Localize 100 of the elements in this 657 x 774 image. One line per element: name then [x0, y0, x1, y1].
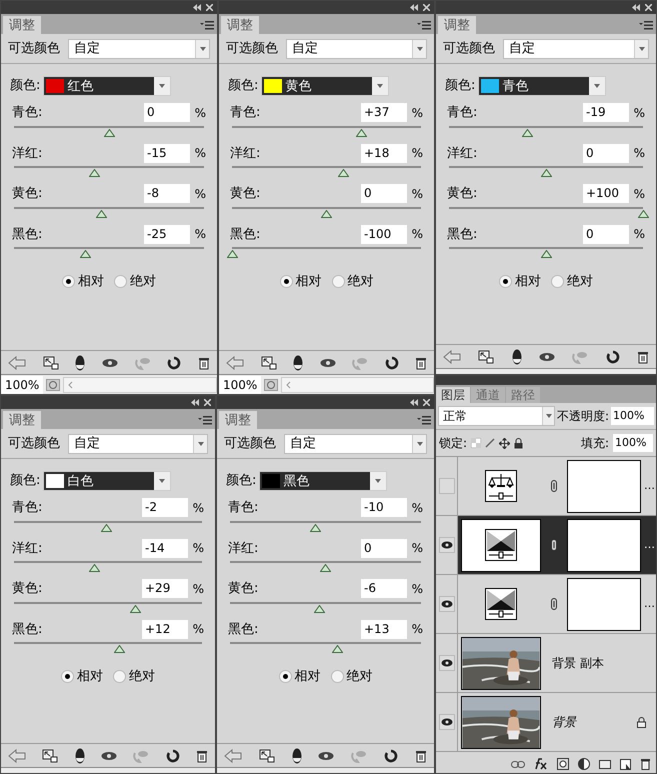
close-icon[interactable]: [206, 4, 213, 11]
preset-dropdown[interactable]: 自定: [68, 434, 208, 454]
eye-icon[interactable]: [100, 750, 117, 760]
adjustment-layer-icon[interactable]: [578, 758, 590, 770]
panel-tab[interactable]: 图层: [436, 387, 470, 403]
panel-menu-icon[interactable]: [198, 416, 212, 425]
trash-icon[interactable]: [414, 748, 427, 762]
slider-thumb[interactable]: [540, 169, 552, 177]
value-field[interactable]: +18: [361, 144, 407, 163]
lock-icon[interactable]: [514, 438, 524, 448]
value-field[interactable]: +37: [361, 103, 407, 122]
value-field[interactable]: 0: [583, 224, 629, 244]
slider-thumb[interactable]: [89, 564, 100, 572]
radio-button[interactable]: 绝对: [330, 667, 372, 686]
slider-thumb[interactable]: [540, 250, 552, 258]
visibility-toggle[interactable]: [438, 714, 454, 730]
panel-menu-icon[interactable]: [200, 21, 214, 30]
trash-icon[interactable]: [636, 350, 649, 364]
reset-icon[interactable]: [384, 748, 398, 762]
color-dropdown[interactable]: 红色: [43, 76, 172, 96]
color-dropdown[interactable]: 黑色: [259, 471, 388, 491]
value-field[interactable]: 0: [144, 103, 190, 122]
back-arrow-icon[interactable]: [8, 356, 26, 370]
slider-thumb[interactable]: [356, 128, 367, 136]
collapse-icon[interactable]: [193, 4, 201, 11]
slider-thumb[interactable]: [96, 210, 107, 218]
slider-thumb[interactable]: [114, 645, 125, 653]
panel-menu-icon[interactable]: [639, 21, 653, 30]
value-field[interactable]: +29: [142, 579, 188, 598]
radio-button[interactable]: 相对: [278, 667, 320, 686]
panel-tab[interactable]: 调整: [3, 16, 41, 34]
value-field[interactable]: 0: [361, 184, 407, 204]
back-arrow-icon[interactable]: [224, 748, 242, 762]
panel-menu-icon[interactable]: [417, 416, 431, 425]
chain-icon[interactable]: [551, 480, 557, 492]
radio-button[interactable]: 相对: [280, 272, 322, 292]
radio-button[interactable]: 相对: [61, 667, 103, 686]
eye-icon[interactable]: [320, 358, 336, 368]
close-icon[interactable]: [204, 399, 211, 406]
radio-button[interactable]: 相对: [499, 272, 541, 292]
panel-tab[interactable]: 调整: [438, 16, 476, 34]
collapse-icon[interactable]: [410, 4, 418, 11]
reset-icon[interactable]: [606, 350, 620, 364]
radio-button[interactable]: 绝对: [113, 667, 155, 686]
slider-thumb[interactable]: [638, 210, 648, 218]
expand-view-icon[interactable]: [260, 356, 276, 370]
color-dropdown[interactable]: 青色: [478, 76, 606, 96]
expand-view-icon[interactable]: [42, 748, 58, 762]
status-menu-icon[interactable]: [264, 378, 278, 390]
value-field[interactable]: -10: [361, 498, 407, 518]
preset-dropdown[interactable]: 自定: [503, 38, 649, 58]
zoom-field[interactable]: 100%: [1, 376, 43, 394]
close-icon[interactable]: [645, 4, 652, 11]
slider-thumb[interactable]: [321, 210, 332, 218]
slider-thumb[interactable]: [320, 564, 331, 572]
color-dropdown[interactable]: 白色: [43, 471, 172, 491]
close-icon[interactable]: [423, 4, 430, 11]
value-field[interactable]: -14: [142, 538, 188, 558]
radio-button[interactable]: 绝对: [551, 272, 593, 292]
eye-icon[interactable]: [318, 750, 334, 760]
back-arrow-icon[interactable]: [226, 356, 244, 370]
slider-thumb[interactable]: [314, 604, 326, 612]
reset-icon[interactable]: [166, 748, 180, 762]
scroll-left-icon[interactable]: [67, 380, 75, 388]
folder-icon[interactable]: [599, 759, 611, 769]
expand-view-icon[interactable]: [478, 350, 494, 364]
link-icon[interactable]: [511, 760, 525, 768]
value-field[interactable]: -2: [142, 498, 188, 518]
slider-thumb[interactable]: [130, 604, 141, 612]
value-field[interactable]: -25: [144, 224, 190, 244]
collapse-icon[interactable]: [191, 399, 199, 406]
trash-icon[interactable]: [640, 758, 651, 770]
slider-thumb[interactable]: [332, 645, 344, 653]
radio-button[interactable]: 相对: [62, 272, 104, 292]
slider-thumb[interactable]: [338, 169, 349, 177]
visibility-toggle[interactable]: [438, 537, 454, 553]
horizontal-scrollbar[interactable]: [281, 376, 434, 392]
value-field[interactable]: -6: [361, 579, 407, 598]
eye-icon[interactable]: [102, 358, 118, 368]
slider-thumb[interactable]: [80, 250, 91, 258]
panel-menu-icon[interactable]: [417, 21, 431, 30]
slider-thumb[interactable]: [310, 524, 322, 532]
radio-button[interactable]: 绝对: [332, 272, 374, 292]
value-field[interactable]: +13: [361, 620, 407, 639]
add-mask-icon[interactable]: [557, 758, 569, 770]
expand-view-icon[interactable]: [258, 748, 275, 762]
horizontal-scrollbar[interactable]: [63, 376, 217, 392]
radio-button[interactable]: 绝对: [114, 272, 156, 292]
collapse-icon[interactable]: [632, 4, 640, 11]
value-field[interactable]: +100: [583, 184, 629, 204]
value-field[interactable]: 0: [361, 538, 407, 558]
value-field[interactable]: -15: [144, 144, 190, 163]
trash-icon[interactable]: [198, 356, 210, 370]
status-menu-icon[interactable]: [46, 378, 60, 390]
value-field[interactable]: -100: [361, 224, 407, 244]
slider-thumb[interactable]: [104, 128, 114, 136]
slider-thumb[interactable]: [100, 524, 112, 532]
chain-icon[interactable]: [551, 539, 557, 551]
panel-tab[interactable]: 调整: [219, 411, 257, 429]
preset-dropdown[interactable]: 自定: [286, 38, 427, 58]
